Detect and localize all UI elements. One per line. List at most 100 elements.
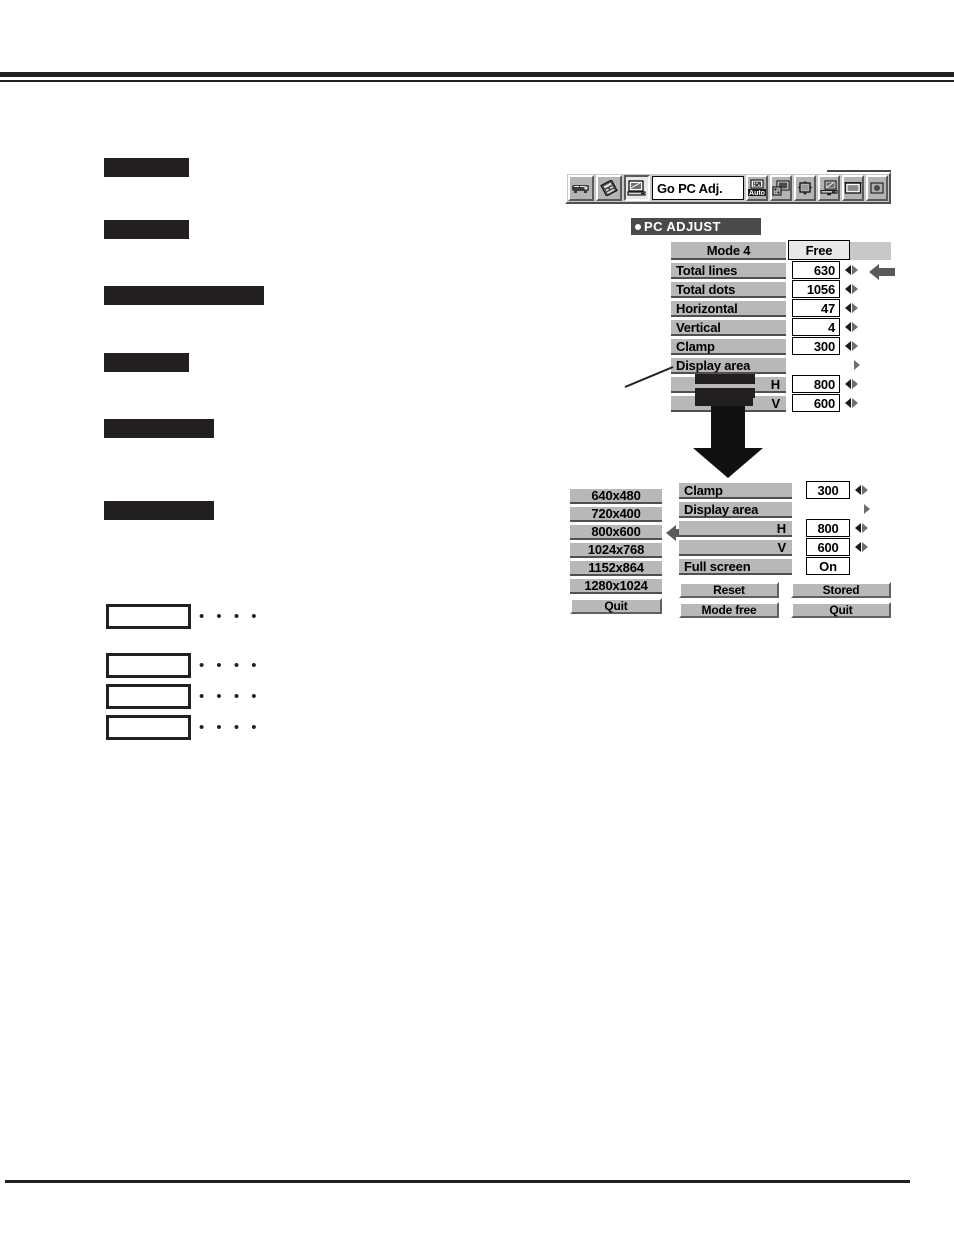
- value-box[interactable]: [106, 684, 191, 709]
- menu-row-value[interactable]: 300: [806, 481, 850, 499]
- projector-icon[interactable]: [568, 175, 594, 201]
- spinner-left-icon: [844, 341, 851, 351]
- quit-button[interactable]: Quit: [791, 602, 891, 618]
- redacted-overlay-bar: [695, 398, 753, 406]
- menu-row-label: Full screen: [679, 557, 792, 575]
- resolution-item[interactable]: 1024x768: [570, 541, 662, 558]
- value-box-trailing-dots: • • • •: [199, 607, 261, 625]
- menu-row-value[interactable]: 800: [806, 519, 850, 537]
- menu-row[interactable]: Total dots 1056: [671, 280, 891, 298]
- resolution-quit-button[interactable]: Quit: [570, 598, 662, 614]
- menu-row-value-empty: [806, 500, 850, 518]
- auto-pc-icon[interactable]: Auto: [746, 175, 768, 201]
- menu-row[interactable]: H 800: [679, 519, 891, 537]
- menu-row-value[interactable]: 600: [806, 538, 850, 556]
- menu-row[interactable]: Clamp 300: [671, 337, 891, 355]
- pc-adjust-panel-bottom[interactable]: Clamp 300 Display area H 800 V 600 Full screen O…: [679, 481, 891, 618]
- svg-text:Auto: Auto: [749, 190, 765, 197]
- spinner-left-icon: [844, 265, 851, 275]
- resolution-item[interactable]: 1280x1024: [570, 577, 662, 594]
- spinner-left-icon: [844, 379, 851, 389]
- spinner-right-icon: [851, 284, 858, 294]
- menu-row-value[interactable]: 4: [792, 318, 840, 336]
- menu-row-value[interactable]: 1056: [792, 280, 840, 298]
- pc-adjust-menu-title-label: PC ADJUST: [644, 219, 721, 234]
- mode-header-filler: [850, 240, 891, 260]
- pc-adjust-icon[interactable]: [770, 175, 792, 201]
- value-box[interactable]: [106, 604, 191, 629]
- menu-row[interactable]: Full screen On: [679, 557, 891, 575]
- image-select-icon[interactable]: [818, 175, 840, 201]
- menu-row-label: Display area: [679, 500, 792, 518]
- menu-row-spinner[interactable]: [840, 318, 862, 336]
- page-top-rule-thick: [0, 72, 954, 77]
- image-size-icon[interactable]: [794, 175, 816, 201]
- menu-row-spinner[interactable]: [850, 500, 872, 518]
- menu-row-spinner-empty: [850, 557, 872, 575]
- resolution-item[interactable]: 800x600: [570, 523, 662, 540]
- toolbar-mode-field[interactable]: Go PC Adj.: [652, 176, 744, 200]
- menu-row[interactable]: Display area: [679, 500, 891, 518]
- menu-row[interactable]: Vertical 4: [671, 318, 891, 336]
- resolution-list[interactable]: 640x480 720x400 800x600 1024x768 1152x864 128…: [570, 487, 692, 614]
- redacted-heading-bar: [104, 419, 214, 438]
- spinner-right-icon: [851, 303, 858, 313]
- mode-label: Mode 4: [671, 240, 786, 260]
- mode-free-button[interactable]: Mode free: [679, 602, 779, 618]
- screen-icon[interactable]: [842, 175, 864, 201]
- menu-row-value[interactable]: 600: [792, 394, 840, 412]
- menu-row-label: Clamp: [671, 337, 786, 355]
- menu-row-spinner[interactable]: [840, 356, 862, 374]
- menu-row-value[interactable]: 630: [792, 261, 840, 279]
- menu-row-spinner[interactable]: [840, 375, 862, 393]
- menu-row-label: Total dots: [671, 280, 786, 298]
- menu-row-value[interactable]: On: [806, 557, 850, 575]
- spinner-left-icon: [844, 322, 851, 332]
- spinner-right-icon: [851, 379, 858, 389]
- spinner-right-icon: [851, 398, 858, 408]
- menu-row[interactable]: Horizontal 47: [671, 299, 891, 317]
- image-size-glyph: [798, 181, 812, 195]
- stored-button[interactable]: Stored: [791, 582, 891, 598]
- menu-row[interactable]: Display area: [671, 356, 891, 374]
- resolution-item[interactable]: 720x400: [570, 505, 662, 522]
- menu-row-spinner[interactable]: [850, 538, 872, 556]
- menu-row[interactable]: Total lines 630: [671, 261, 891, 279]
- menu-row-spinner[interactable]: [840, 337, 862, 355]
- menu-row[interactable]: Clamp 300: [679, 481, 891, 499]
- menu-row[interactable]: V 600: [679, 538, 891, 556]
- value-box[interactable]: [106, 715, 191, 740]
- spinner-left-icon: [844, 284, 851, 294]
- osd-toolbar[interactable]: Go PC Adj. Auto: [565, 172, 891, 204]
- menu-row-spinner[interactable]: [840, 394, 862, 412]
- menu-row-label: Total lines: [671, 261, 786, 279]
- menu-row-label: Horizontal: [671, 299, 786, 317]
- mode-free-value[interactable]: Free: [788, 240, 850, 260]
- menu-row-spinner[interactable]: [850, 519, 872, 537]
- menu-row-spinner[interactable]: [840, 261, 862, 279]
- reset-button[interactable]: Reset: [679, 582, 779, 598]
- remote-control-icon[interactable]: [596, 175, 622, 201]
- menu-row-value[interactable]: 300: [792, 337, 840, 355]
- computer-monitor-icon[interactable]: [624, 175, 650, 201]
- menu-row-spinner[interactable]: [840, 299, 862, 317]
- menu-row-spinner[interactable]: [850, 481, 872, 499]
- screen-glyph: [844, 181, 862, 194]
- redacted-heading-bar: [104, 353, 189, 372]
- value-box-trailing-dots: • • • •: [199, 718, 261, 736]
- setting-icon[interactable]: [866, 175, 888, 201]
- spinner-right-icon: [851, 341, 858, 351]
- spinner-left-icon: [854, 485, 861, 495]
- value-box[interactable]: [106, 653, 191, 678]
- redacted-heading-bar: [104, 158, 189, 177]
- redacted-overlay-bar: [695, 374, 755, 384]
- menu-row-value[interactable]: 800: [792, 375, 840, 393]
- projector-glyph: [572, 185, 589, 193]
- resolution-item[interactable]: 1152x864: [570, 559, 662, 576]
- resolution-item[interactable]: 640x480: [570, 487, 662, 504]
- menu-row-spinner[interactable]: [840, 280, 862, 298]
- auto-pc-glyph: Auto: [748, 179, 766, 197]
- spinner-right-icon: [864, 504, 870, 514]
- menu-row-label: V: [679, 538, 792, 556]
- menu-row-value[interactable]: 47: [792, 299, 840, 317]
